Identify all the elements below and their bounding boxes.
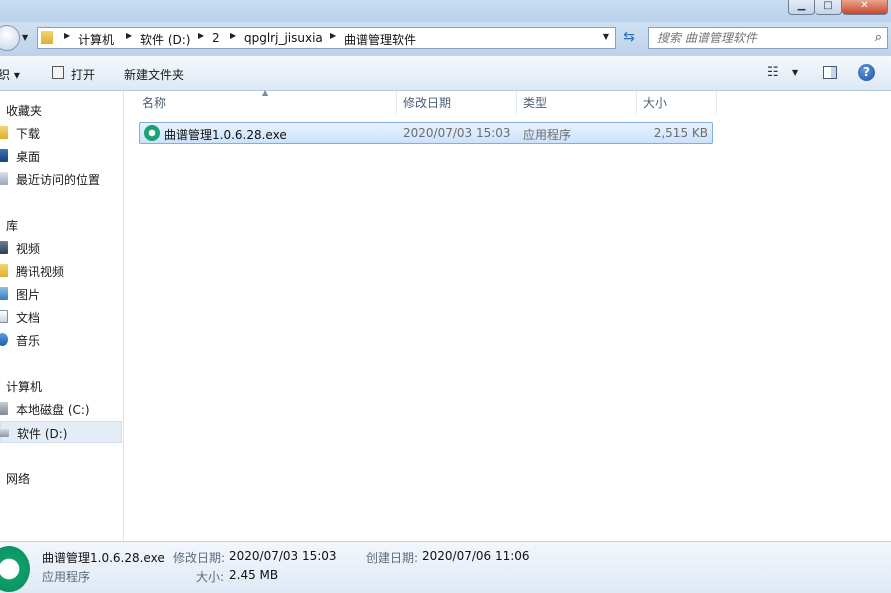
breadcrumb-current[interactable]: 曲谱管理软件 — [344, 31, 416, 48]
nav-item-label: 下载 — [16, 127, 41, 141]
organize-button[interactable]: 织 ▾ — [0, 66, 20, 83]
nav-computer[interactable]: 计算机 — [0, 375, 122, 397]
details-file-name: 曲谱管理1.0.6.28.exe — [42, 551, 165, 565]
column-divider[interactable] — [636, 91, 637, 114]
file-size: 2,515 KB — [653, 126, 708, 140]
breadcrumb-qpglrj[interactable]: qpglrj_jisuxia — [244, 31, 323, 45]
details-created-label: 创建日期: — [366, 551, 419, 565]
open-button[interactable]: 打开 — [71, 66, 95, 83]
file-name: 曲谱管理1.0.6.28.exe — [164, 128, 287, 142]
address-bar[interactable]: ▶ 计算机 ▶ 软件 (D:) ▶ 2 ▶ qpglrj_jisuxia ▶ 曲… — [37, 27, 616, 49]
breadcrumb-separator-icon[interactable]: ▶ — [230, 31, 236, 40]
pictures-library-icon — [0, 287, 8, 300]
nav-item-label: 软件 (D:) — [17, 427, 68, 441]
command-bar: 织 ▾ 打开 新建文件夹 ☷ ▼ ? — [0, 56, 891, 91]
documents-library-icon — [0, 310, 8, 323]
change-view-icon[interactable]: ☷ — [767, 65, 779, 80]
nav-item-label: 视频 — [16, 242, 41, 256]
recent-pages-dropdown[interactable]: ▼ — [22, 33, 28, 42]
nav-group-label: 网络 — [6, 472, 31, 486]
new-folder-button[interactable]: 新建文件夹 — [124, 66, 184, 83]
videos-library-icon — [0, 241, 8, 254]
breadcrumb-separator-icon[interactable]: ▶ — [64, 31, 70, 40]
headphones-app-icon — [0, 546, 30, 592]
search-box[interactable]: ⌕ — [648, 27, 888, 49]
drive-icon — [0, 429, 9, 437]
file-row[interactable]: 曲谱管理1.0.6.28.exe 2020/07/03 15:03 应用程序 2… — [139, 122, 713, 144]
file-modified: 2020/07/03 15:03 — [403, 126, 511, 140]
column-header-modified[interactable]: 修改日期 — [403, 94, 451, 111]
navigation-pane: 收藏夹 下载 桌面 最近访问的位置 库 视频 腾讯视频 图片 文档 音乐 计算机… — [0, 91, 124, 541]
column-divider[interactable] — [516, 91, 517, 114]
downloads-folder-icon — [0, 126, 8, 139]
help-icon[interactable]: ? — [858, 64, 875, 81]
nav-item-drive-d[interactable]: 软件 (D:) — [0, 421, 122, 443]
breadcrumb-folder-2[interactable]: 2 — [212, 31, 220, 45]
breadcrumb-separator-icon[interactable]: ▶ — [330, 31, 336, 40]
open-icon — [52, 66, 64, 79]
nav-item-label: 文档 — [16, 311, 41, 325]
headphones-app-icon — [144, 125, 160, 141]
nav-item-downloads[interactable]: 下载 — [0, 122, 122, 144]
details-created-value: 2020/07/06 11:06 — [422, 549, 530, 563]
search-icon[interactable]: ⌕ — [875, 30, 882, 45]
address-history-dropdown-icon[interactable]: ▼ — [603, 32, 609, 41]
nav-item-recent[interactable]: 最近访问的位置 — [0, 168, 122, 190]
refresh-button[interactable]: ⇆ — [618, 27, 640, 49]
nav-item-pictures[interactable]: 图片 — [0, 283, 122, 305]
nav-group-label: 库 — [6, 219, 19, 233]
folder-icon — [41, 31, 53, 44]
back-button[interactable] — [0, 25, 20, 51]
nav-item-label: 本地磁盘 (C:) — [16, 403, 90, 417]
drive-icon — [0, 402, 8, 415]
nav-item-desktop[interactable]: 桌面 — [0, 145, 122, 167]
title-bar: ▁ □ ✕ — [0, 0, 891, 22]
nav-libraries[interactable]: 库 — [0, 214, 122, 236]
breadcrumb-computer[interactable]: 计算机 — [78, 31, 114, 48]
details-pane: 曲谱管理1.0.6.28.exe 应用程序 修改日期: 2020/07/03 1… — [0, 541, 891, 593]
column-header-name[interactable]: 名称 — [142, 94, 166, 111]
preview-pane-icon[interactable] — [823, 66, 837, 79]
column-divider[interactable] — [396, 91, 397, 114]
view-options-dropdown-icon[interactable]: ▼ — [792, 68, 798, 77]
nav-group-label: 收藏夹 — [6, 104, 43, 118]
details-file-type: 应用程序 — [42, 570, 91, 584]
nav-favorites[interactable]: 收藏夹 — [0, 99, 122, 121]
folder-icon — [0, 264, 8, 277]
nav-item-label: 最近访问的位置 — [16, 173, 101, 187]
address-row: ▼ ▶ 计算机 ▶ 软件 (D:) ▶ 2 ▶ qpglrj_jisuxia ▶… — [0, 22, 891, 56]
close-button[interactable]: ✕ — [842, 0, 888, 15]
nav-item-music[interactable]: 音乐 — [0, 329, 122, 351]
nav-item-label: 音乐 — [16, 334, 41, 348]
breadcrumb-separator-icon[interactable]: ▶ — [126, 31, 132, 40]
search-input[interactable] — [649, 28, 867, 48]
file-list: ▲ 名称 修改日期 类型 大小 曲谱管理1.0.6.28.exe 2020/07… — [124, 88, 891, 541]
nav-item-drive-c[interactable]: 本地磁盘 (C:) — [0, 398, 122, 420]
nav-item-documents[interactable]: 文档 — [0, 306, 122, 328]
column-divider[interactable] — [716, 91, 717, 114]
nav-item-label: 腾讯视频 — [16, 265, 65, 279]
minimize-button[interactable]: ▁ — [788, 0, 815, 15]
details-modified-value: 2020/07/03 15:03 — [229, 549, 337, 563]
column-header-size[interactable]: 大小 — [643, 94, 667, 111]
column-header-type[interactable]: 类型 — [523, 94, 547, 111]
desktop-icon — [0, 149, 8, 162]
nav-item-videos[interactable]: 视频 — [0, 237, 122, 259]
details-modified-label: 修改日期: — [173, 551, 226, 565]
file-type: 应用程序 — [523, 128, 572, 142]
nav-group-label: 计算机 — [6, 380, 43, 394]
nav-item-label: 图片 — [16, 288, 41, 302]
sort-ascending-icon: ▲ — [262, 88, 269, 97]
music-library-icon — [0, 333, 8, 346]
details-size-label: 大小: — [196, 570, 225, 584]
nav-item-label: 桌面 — [16, 150, 41, 164]
breadcrumb-separator-icon[interactable]: ▶ — [198, 31, 204, 40]
maximize-button[interactable]: □ — [815, 0, 842, 15]
details-size-value: 2.45 MB — [229, 568, 279, 582]
recent-places-icon — [0, 172, 8, 185]
breadcrumb-drive-d[interactable]: 软件 (D:) — [140, 31, 190, 48]
nav-item-tencent-video[interactable]: 腾讯视频 — [0, 260, 122, 282]
nav-network[interactable]: 网络 — [0, 467, 122, 489]
